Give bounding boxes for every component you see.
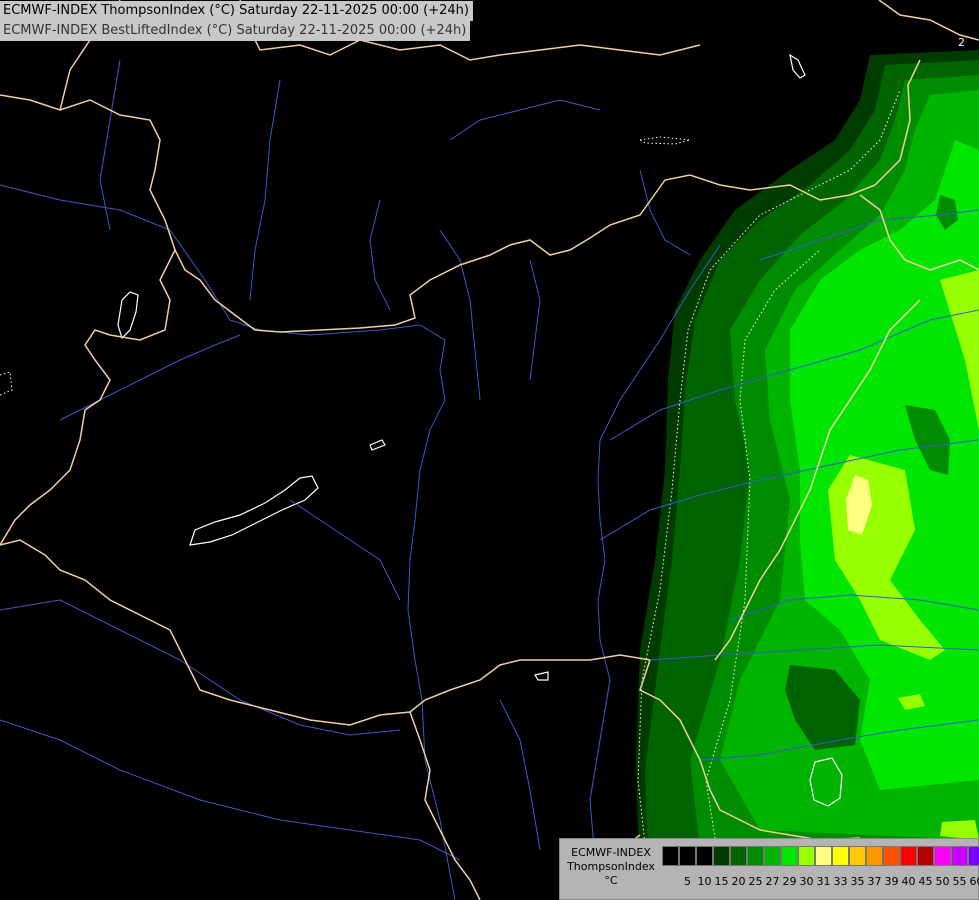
legend-swatch — [713, 846, 730, 866]
legend-swatch — [696, 846, 713, 866]
legend-swatch — [951, 846, 968, 866]
legend-swatch — [866, 846, 883, 866]
legend-swatch — [968, 846, 979, 866]
legend-swatch — [679, 846, 696, 866]
legend-tick-label: 60 — [969, 875, 979, 888]
legend-swatch — [934, 846, 951, 866]
legend-swatch — [764, 846, 781, 866]
forecast-map: 2 — [0, 0, 979, 900]
legend-swatch — [900, 846, 917, 866]
legend-swatch — [662, 846, 679, 866]
legend-swatch — [815, 846, 832, 866]
legend-swatch — [730, 846, 747, 866]
legend-swatch — [781, 846, 798, 866]
legend-swatch — [849, 846, 866, 866]
legend-label: ECMWF-INDEX ThompsonIndex °C — [562, 846, 660, 888]
legend-model: ECMWF-INDEX — [571, 846, 651, 859]
map-title-thompson: ECMWF-INDEX ThompsonIndex (°C) Saturday … — [0, 1, 473, 21]
legend-swatch — [883, 846, 900, 866]
legend-index: ThompsonIndex — [567, 860, 655, 873]
contour-value-label: 2 — [958, 36, 965, 49]
map-title-lifted: ECMWF-INDEX BestLiftedIndex (°C) Saturda… — [0, 21, 471, 41]
legend-swatch — [798, 846, 815, 866]
legend-swatch — [747, 846, 764, 866]
legend-unit: °C — [604, 874, 618, 887]
legend-swatch — [917, 846, 934, 866]
color-legend: ECMWF-INDEX ThompsonIndex °C 5 10 15 20 25 27… — [559, 838, 979, 900]
legend-swatch — [832, 846, 849, 866]
